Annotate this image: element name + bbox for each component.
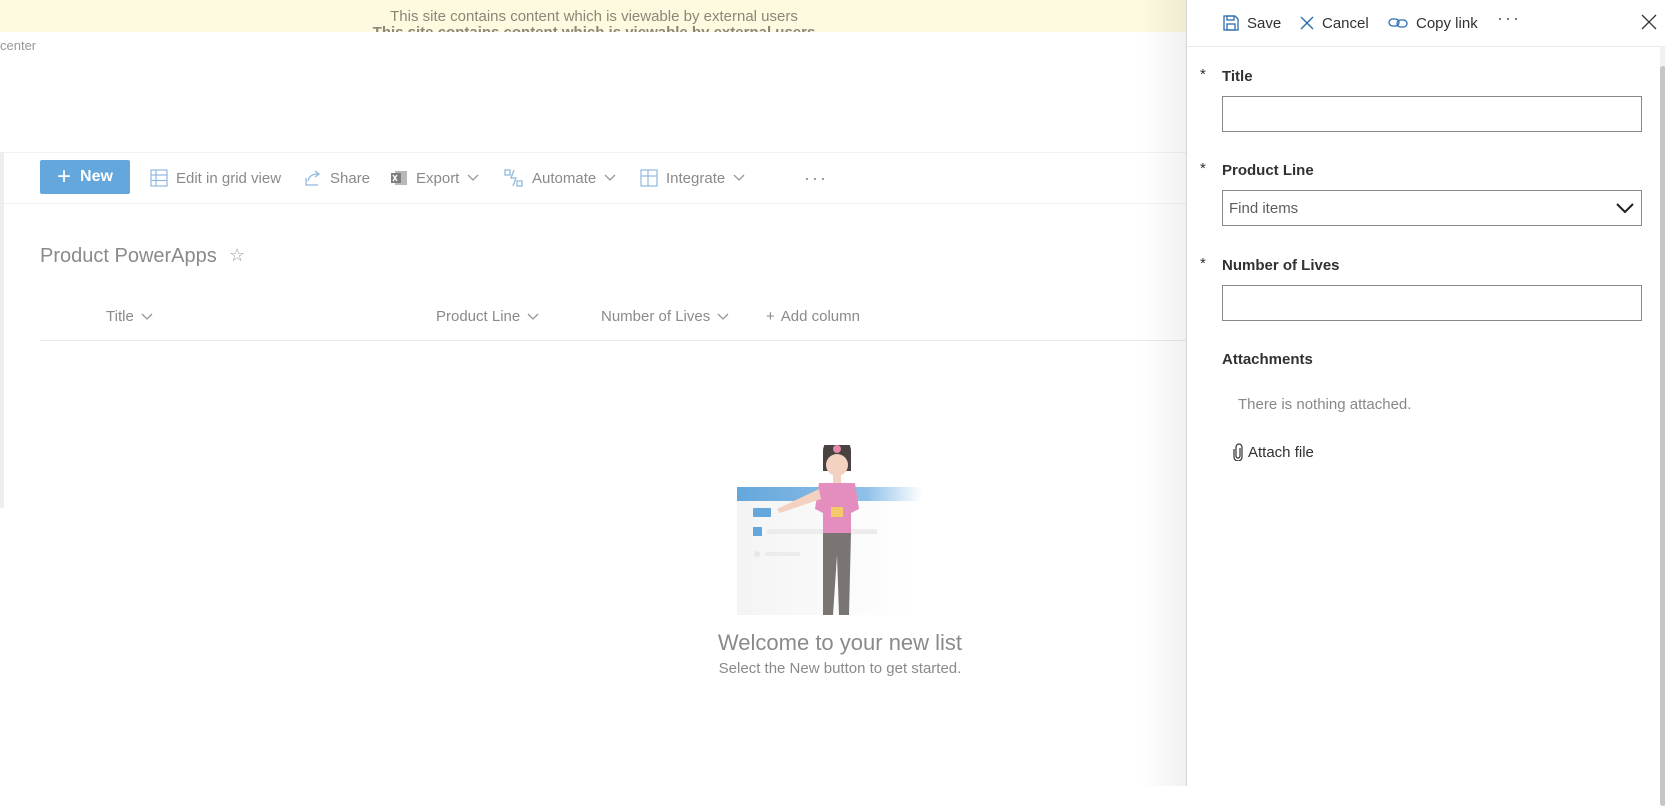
banner-message: This site contains content which is view… bbox=[390, 8, 798, 25]
attach-file-label: Attach file bbox=[1248, 443, 1314, 461]
link-icon bbox=[1388, 18, 1408, 28]
left-nav-edge bbox=[0, 152, 4, 508]
title-input[interactable] bbox=[1222, 96, 1642, 132]
edit-grid-view-button[interactable]: Edit in grid view bbox=[150, 153, 281, 203]
close-icon bbox=[1300, 16, 1314, 30]
column-header-label: Product Line bbox=[436, 308, 521, 325]
edit-grid-view-label: Edit in grid view bbox=[176, 169, 282, 187]
save-label: Save bbox=[1247, 14, 1282, 32]
required-mark: * bbox=[1200, 255, 1206, 272]
integrate-button[interactable]: Integrate bbox=[640, 153, 745, 203]
breadcrumb[interactable]: center bbox=[0, 38, 36, 53]
number-of-lives-input[interactable] bbox=[1222, 285, 1642, 321]
share-icon bbox=[305, 170, 321, 186]
title-label: Title bbox=[1222, 68, 1253, 85]
banner-message-echo: This site contains content which is view… bbox=[0, 24, 1188, 32]
list-page: This site contains content which is view… bbox=[0, 0, 1188, 786]
export-button[interactable]: Export bbox=[390, 153, 479, 203]
save-icon bbox=[1223, 15, 1239, 31]
excel-icon bbox=[391, 171, 407, 185]
empty-list-illustration bbox=[737, 445, 922, 615]
column-header-title[interactable]: Title bbox=[106, 308, 153, 325]
chevron-down-icon bbox=[1616, 203, 1634, 214]
required-mark: * bbox=[1200, 66, 1206, 83]
automate-button[interactable]: Automate bbox=[504, 153, 616, 203]
grid-icon bbox=[150, 169, 168, 187]
external-users-banner: This site contains content which is view… bbox=[0, 0, 1188, 32]
command-bar: + New Edit in grid view Share Export Aut… bbox=[4, 152, 1188, 204]
paperclip-icon bbox=[1233, 443, 1243, 461]
attachments-empty-text: There is nothing attached. bbox=[1238, 396, 1412, 413]
add-column-button[interactable]: + Add column bbox=[766, 308, 860, 325]
panel-more-button[interactable]: ··· bbox=[1497, 8, 1521, 29]
plus-icon: + bbox=[57, 163, 72, 190]
required-mark: * bbox=[1200, 160, 1206, 177]
scrollbar-thumb[interactable] bbox=[1660, 66, 1665, 806]
panel-toolbar: Save Cancel Copy link ··· bbox=[1187, 0, 1665, 47]
integrate-icon bbox=[640, 169, 658, 187]
cancel-label: Cancel bbox=[1322, 14, 1369, 32]
chevron-down-icon bbox=[527, 313, 539, 320]
new-item-panel: Save Cancel Copy link ··· * Title * Prod… bbox=[1186, 0, 1665, 806]
product-line-label: Product Line bbox=[1222, 162, 1314, 179]
panel-scrollbar[interactable] bbox=[1660, 46, 1665, 806]
number-of-lives-label: Number of Lives bbox=[1222, 257, 1340, 274]
chevron-down-icon bbox=[141, 313, 153, 320]
favorite-star-icon[interactable]: ☆ bbox=[229, 245, 245, 266]
attachments-label: Attachments bbox=[1222, 351, 1313, 368]
share-label: Share bbox=[330, 169, 371, 187]
new-button-label: New bbox=[80, 168, 113, 185]
column-header-product-line[interactable]: Product Line bbox=[436, 308, 539, 325]
column-header-number-of-lives[interactable]: Number of Lives bbox=[601, 308, 729, 325]
share-button[interactable]: Share bbox=[304, 153, 370, 203]
copy-link-button[interactable]: Copy link bbox=[1388, 12, 1478, 34]
chevron-down-icon bbox=[733, 174, 745, 181]
empty-state-heading: Welcome to your new list bbox=[717, 630, 963, 655]
column-header-label: Number of Lives bbox=[601, 308, 711, 325]
export-label: Export bbox=[416, 169, 460, 187]
copy-link-label: Copy link bbox=[1416, 14, 1478, 32]
chevron-down-icon bbox=[604, 174, 616, 181]
chevron-down-icon bbox=[467, 174, 479, 181]
automate-label: Automate bbox=[532, 169, 597, 187]
product-line-placeholder: Find items bbox=[1229, 199, 1299, 217]
product-line-dropdown[interactable]: Find items bbox=[1222, 190, 1642, 226]
cancel-button[interactable]: Cancel bbox=[1300, 12, 1369, 34]
close-panel-icon[interactable] bbox=[1641, 14, 1657, 30]
attach-file-button[interactable]: Attach file bbox=[1232, 443, 1314, 461]
flow-icon bbox=[504, 169, 523, 187]
chevron-down-icon bbox=[717, 313, 729, 320]
new-button[interactable]: + New bbox=[40, 160, 130, 194]
column-header-label: Title bbox=[106, 308, 134, 325]
header-divider bbox=[40, 340, 1188, 341]
list-title: Product PowerApps bbox=[40, 245, 217, 267]
save-button[interactable]: Save bbox=[1223, 12, 1281, 34]
plus-icon: + bbox=[766, 308, 775, 325]
empty-state-subtext: Select the New button to get started. bbox=[718, 660, 962, 677]
panel-shadow bbox=[1140, 0, 1188, 786]
more-commands-button[interactable]: ··· bbox=[804, 153, 828, 203]
integrate-label: Integrate bbox=[666, 169, 726, 187]
add-column-label: Add column bbox=[780, 308, 860, 325]
